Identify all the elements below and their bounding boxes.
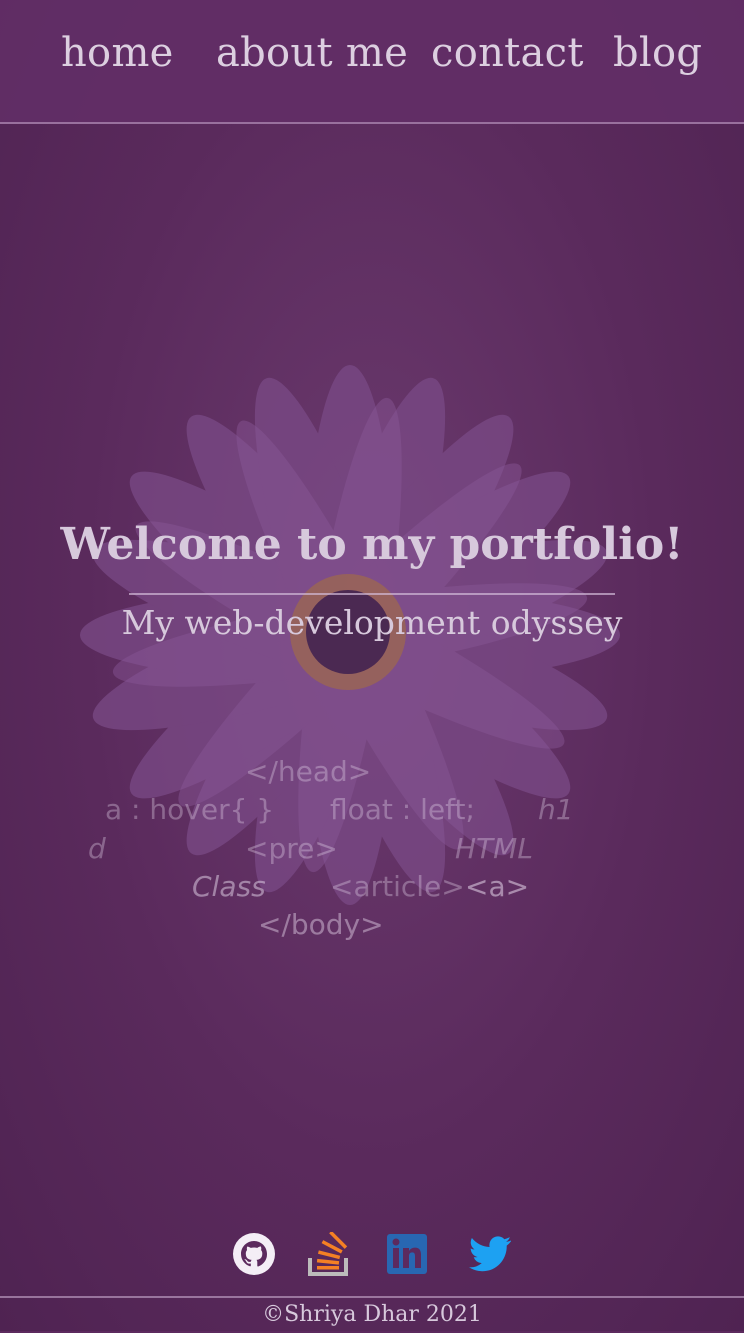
code-text: float : left; (330, 793, 475, 826)
nav-link-home[interactable]: home (61, 30, 174, 76)
twitter-link[interactable] (467, 1232, 513, 1278)
code-text: <a> (465, 870, 530, 903)
code-text: <article> (330, 870, 465, 903)
nav-link-about-me[interactable]: about me (216, 30, 408, 76)
code-text: d (88, 832, 106, 865)
code-text: h1 (538, 793, 574, 826)
code-text: </body> (258, 908, 384, 941)
social-links (0, 1230, 744, 1280)
footer: ©Shriya Dhar 2021 (0, 1296, 744, 1333)
code-text: <pre> (245, 832, 338, 865)
nav-link-blog[interactable]: blog (613, 30, 702, 76)
twitter-icon (469, 1236, 511, 1272)
hero: Welcome to my portfolio! My web-developm… (0, 515, 744, 645)
top-nav: home about me contact blog (0, 0, 744, 124)
flower-background-image (80, 365, 620, 905)
hero-divider (129, 593, 615, 595)
stackoverflow-icon (308, 1230, 348, 1276)
code-text: HTML (455, 832, 533, 865)
github-link[interactable] (232, 1232, 278, 1278)
code-text: Class (192, 870, 266, 903)
hero-title: Welcome to my portfolio! (60, 519, 684, 570)
code-text: a : hover{ } (105, 793, 275, 826)
github-icon (233, 1233, 275, 1275)
linkedin-icon (387, 1234, 427, 1274)
code-text: </head> (245, 755, 372, 788)
nav-link-contact[interactable]: contact (431, 30, 584, 76)
stackoverflow-link[interactable] (308, 1230, 354, 1278)
copyright-text: ©Shriya Dhar 2021 (262, 1302, 482, 1327)
hero-subtitle: My web-development odyssey (121, 603, 623, 642)
linkedin-link[interactable] (386, 1232, 432, 1278)
